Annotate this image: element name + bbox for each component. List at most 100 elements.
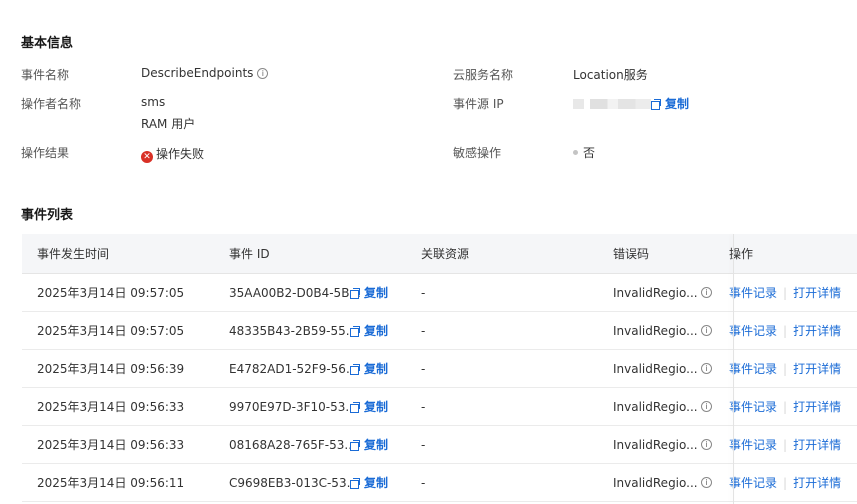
cell-event-id: 9970E97D-3F10-53... <box>229 400 357 414</box>
copy-icon <box>350 364 360 375</box>
sensitive-label: 敏感操作 <box>453 146 502 160</box>
copy-id-label: 复制 <box>364 438 389 452</box>
copy-id-button[interactable]: 复制 <box>350 388 388 426</box>
info-icon[interactable]: i <box>257 68 269 79</box>
cell-error-code: InvalidRegio... <box>613 476 698 490</box>
basic-info-title: 基本信息 <box>21 36 74 51</box>
open-detail-link[interactable]: 打开详情 <box>793 438 841 452</box>
copy-id-label: 复制 <box>364 286 389 300</box>
copy-icon <box>350 478 360 489</box>
cloud-service-label: 云服务名称 <box>453 68 514 82</box>
cell-resource: - <box>421 362 426 376</box>
event-table: 事件发生时间 事件 ID 关联资源 错误码 操作 2025年3月14日 09:5… <box>22 234 857 504</box>
error-info-icon[interactable]: i <box>701 439 712 450</box>
sensitive-text: 否 <box>583 146 596 160</box>
event-record-link[interactable]: 事件记录 <box>729 476 777 490</box>
open-detail-link[interactable]: 打开详情 <box>793 324 841 338</box>
table-row: 2025年3月14日 09:56:33 9970E97D-3F10-53... … <box>22 388 857 426</box>
cell-event-id: 08168A28-765F-53... <box>229 438 356 452</box>
cell-error-code: InvalidRegio... <box>613 438 698 452</box>
table-header: 事件发生时间 事件 ID 关联资源 错误码 操作 <box>22 234 857 274</box>
cell-actions: 事件记录 | 打开详情 <box>729 388 841 426</box>
ip-copy-button[interactable]: 复制 <box>651 97 689 111</box>
cell-time: 2025年3月14日 09:57:05 <box>37 286 185 300</box>
masked-ip <box>573 99 651 109</box>
event-name-text: DescribeEndpoints <box>141 66 254 80</box>
cell-actions: 事件记录 | 打开详情 <box>729 464 841 502</box>
error-icon: ✕ <box>141 151 153 163</box>
operator-name: sms <box>141 95 166 109</box>
event-name-label: 事件名称 <box>21 68 70 82</box>
cell-actions: 事件记录 | 打开详情 <box>729 426 841 464</box>
copy-id-button[interactable]: 复制 <box>350 274 388 312</box>
cell-time: 2025年3月14日 09:56:39 <box>37 362 185 376</box>
cell-error-code: InvalidRegio... <box>613 400 698 414</box>
error-info-icon[interactable]: i <box>701 401 712 412</box>
open-detail-link[interactable]: 打开详情 <box>793 286 841 300</box>
cell-resource: - <box>421 476 426 490</box>
fixed-column-divider <box>733 234 734 504</box>
action-separator: | <box>783 286 788 300</box>
copy-id-label: 复制 <box>364 324 389 338</box>
cell-resource: - <box>421 324 426 338</box>
cloud-service-value: Location服务 <box>573 68 648 82</box>
copy-id-button[interactable]: 复制 <box>350 350 388 388</box>
cell-error-code: InvalidRegio... <box>613 362 698 376</box>
col-time: 事件发生时间 <box>37 247 110 261</box>
source-ip-value: 复制 <box>573 95 689 112</box>
event-record-link[interactable]: 事件记录 <box>729 362 777 376</box>
cell-time: 2025年3月14日 09:57:05 <box>37 324 185 338</box>
col-event-id: 事件 ID <box>229 247 270 261</box>
copy-icon <box>350 288 360 299</box>
cell-resource: - <box>421 286 426 300</box>
action-separator: | <box>783 324 788 338</box>
col-resource: 关联资源 <box>421 247 470 261</box>
event-record-link[interactable]: 事件记录 <box>729 438 777 452</box>
table-row: 2025年3月14日 09:56:33 08168A28-765F-53... … <box>22 426 857 464</box>
ip-copy-label: 复制 <box>665 97 690 111</box>
cell-error-code: InvalidRegio... <box>613 286 698 300</box>
table-row: 2025年3月14日 09:56:39 E4782AD1-52F9-56... … <box>22 350 857 388</box>
table-row: 2025年3月14日 09:56:11 C9698EB3-013C-53... … <box>22 464 857 502</box>
copy-id-label: 复制 <box>364 400 389 414</box>
action-separator: | <box>783 400 788 414</box>
cell-time: 2025年3月14日 09:56:33 <box>37 438 185 452</box>
table-row: 2025年3月14日 09:57:05 35AA00B2-D0B4-5B... … <box>22 274 857 312</box>
copy-icon <box>350 440 360 451</box>
open-detail-link[interactable]: 打开详情 <box>793 400 841 414</box>
error-info-icon[interactable]: i <box>701 363 712 374</box>
result-text: 操作失败 <box>156 147 205 161</box>
result-value: ✕ 操作失败 <box>141 145 204 163</box>
copy-id-label: 复制 <box>364 476 389 490</box>
copy-id-label: 复制 <box>364 362 389 376</box>
status-dot <box>573 150 578 155</box>
copy-icon <box>651 99 661 110</box>
event-name-value: DescribeEndpoints i <box>141 66 269 80</box>
cell-event-id: 48335B43-2B59-55... <box>229 324 358 338</box>
action-separator: | <box>783 362 788 376</box>
open-detail-link[interactable]: 打开详情 <box>793 476 841 490</box>
error-info-icon[interactable]: i <box>701 325 712 336</box>
result-label: 操作结果 <box>21 146 70 160</box>
cell-time: 2025年3月14日 09:56:11 <box>37 476 185 490</box>
col-error-code: 错误码 <box>613 247 650 261</box>
event-record-link[interactable]: 事件记录 <box>729 400 777 414</box>
operator-label: 操作者名称 <box>21 97 82 111</box>
copy-id-button[interactable]: 复制 <box>350 426 388 464</box>
event-record-link[interactable]: 事件记录 <box>729 324 777 338</box>
copy-icon <box>350 326 360 337</box>
error-info-icon[interactable]: i <box>701 287 712 298</box>
copy-id-button[interactable]: 复制 <box>350 464 388 502</box>
cell-resource: - <box>421 438 426 452</box>
operator-type: RAM 用户 <box>141 117 196 131</box>
cell-actions: 事件记录 | 打开详情 <box>729 274 841 312</box>
cell-event-id: E4782AD1-52F9-56... <box>229 362 358 376</box>
cell-event-id: C9698EB3-013C-53... <box>229 476 359 490</box>
error-info-icon[interactable]: i <box>701 477 712 488</box>
cell-event-id: 35AA00B2-D0B4-5B... <box>229 286 361 300</box>
copy-icon <box>350 402 360 413</box>
open-detail-link[interactable]: 打开详情 <box>793 362 841 376</box>
copy-id-button[interactable]: 复制 <box>350 312 388 350</box>
event-record-link[interactable]: 事件记录 <box>729 286 777 300</box>
cell-resource: - <box>421 400 426 414</box>
